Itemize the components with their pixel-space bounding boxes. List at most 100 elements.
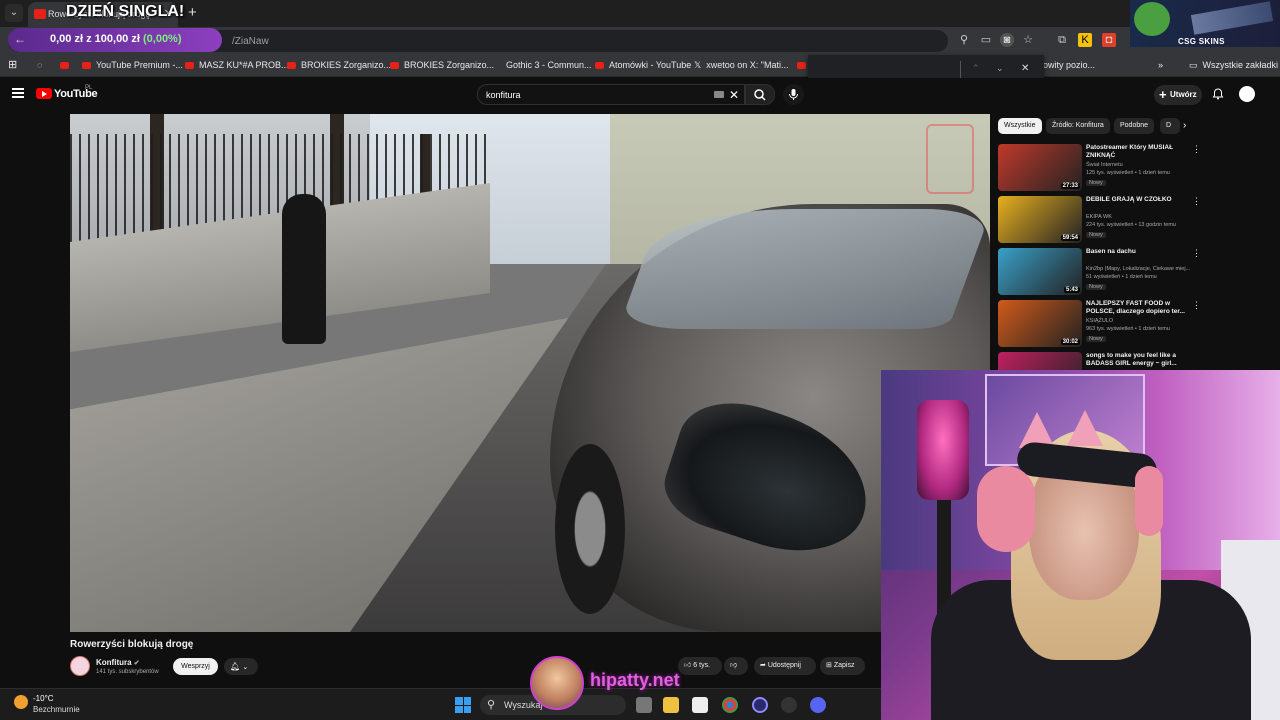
recommendation-thumbnail[interactable] [998, 352, 1082, 370]
more-options-icon[interactable]: ⋮ [1192, 352, 1196, 363]
chip-source[interactable]: Źródło: Konfitura [1046, 118, 1110, 134]
notifications-bell-icon[interactable] [1212, 88, 1224, 100]
channel-name[interactable]: Konfitura ✔ [96, 658, 140, 667]
more-options-icon[interactable]: ⋮ [1192, 300, 1201, 311]
weather-temperature[interactable]: -10°C [33, 694, 54, 703]
account-avatar[interactable] [1239, 86, 1255, 102]
subscription-bell-button[interactable]: 🔔︎ ⌄ [224, 658, 258, 675]
chevron-down-icon: ⌄ [242, 664, 249, 671]
youtube-header: YouTube PL konfitura ✕ + Utwórz [0, 78, 1280, 112]
apps-grid-icon[interactable]: ⊞ [8, 58, 17, 71]
tab-search-chevron-icon[interactable]: ⌄ [5, 4, 23, 22]
recommendation-channel[interactable]: EKIPA WK [1086, 214, 1112, 220]
chip-all[interactable]: Wszystkie [998, 118, 1042, 134]
app-icon[interactable] [752, 697, 768, 713]
keyboard-icon[interactable] [714, 91, 724, 98]
discord-icon[interactable] [810, 697, 826, 713]
share-button[interactable]: ➦ Udostępnij [754, 657, 816, 675]
thumbs-up-icon: 👍︎ [684, 662, 692, 669]
youtube-favicon-icon [34, 9, 46, 19]
channel-watermark-icon[interactable] [926, 124, 974, 194]
new-badge: Nowy [1086, 180, 1106, 186]
more-options-icon[interactable]: ⋮ [1192, 196, 1201, 207]
recommendation-thumbnail[interactable]: 59:54 [998, 196, 1082, 243]
steam-icon[interactable] [781, 697, 797, 713]
bookmark-item[interactable]: BROKIES Zorganizo... [390, 60, 494, 70]
bookmarks-overflow-icon[interactable]: » [1158, 60, 1163, 70]
streamer-watermark: hipatty.net [590, 670, 680, 690]
windows-start-icon[interactable] [455, 697, 471, 713]
bookmark-item[interactable]: 𝕏xwetoo on X: "Mati... [694, 60, 789, 71]
chevron-right-icon[interactable]: › [1183, 120, 1186, 131]
bookmark-item[interactable]: owity pozio... [1043, 60, 1095, 70]
recommendation-thumbnail[interactable]: 5:43 [998, 248, 1082, 295]
recommendation-title[interactable]: songs to make you feel like a BADASS GIR… [1086, 352, 1186, 368]
extension-red-icon[interactable]: ◘ [1102, 33, 1116, 47]
chip-related[interactable]: Podobne [1114, 118, 1155, 134]
extension-icon[interactable]: ◙ [1000, 33, 1014, 47]
store-icon[interactable] [692, 697, 708, 713]
menu-icon[interactable] [12, 88, 24, 98]
recommendation-item[interactable]: songs to make you feel like a BADASS GIR… [998, 352, 1196, 370]
recommendation-item[interactable]: 5:43 Basen na dachu ⋮ Kin2bp (Mapy, Lokaliz… [998, 248, 1201, 296]
search-input[interactable]: konfitura ✕ [477, 84, 745, 105]
bookmark-item[interactable]: Atomówki - YouTube [595, 60, 691, 70]
find-next-icon[interactable]: ⌄ [996, 63, 1004, 74]
save-icon: ⊞ [826, 662, 832, 669]
like-button[interactable]: 👍︎ 6 tys. [678, 657, 722, 675]
bookmark-youtube-icon[interactable] [60, 60, 74, 70]
recommendation-title[interactable]: Basen na dachu [1086, 248, 1186, 256]
find-previous-icon[interactable]: ⌃ [972, 63, 980, 74]
search-icon [754, 89, 766, 101]
youtube-logo-icon[interactable] [36, 88, 52, 99]
bookmark-item[interactable]: BROKIES Zorganizo... [287, 60, 391, 70]
recommendation-channel[interactable]: KSIĄŻULO [1086, 318, 1113, 324]
extension-k-icon[interactable]: K [1078, 33, 1092, 47]
recommendation-channel[interactable]: Świat Internetu [1086, 162, 1123, 168]
recommendation-title[interactable]: Patostreamer Który MUSIAŁ ZNIKNĄĆ [1086, 144, 1186, 160]
recommendation-title[interactable]: NAJLEPSZY FAST FOOD w POLSCE, dlaczego d… [1086, 300, 1186, 316]
divider [960, 61, 961, 79]
find-close-icon[interactable]: ✕ [1021, 63, 1029, 74]
all-bookmarks-folder[interactable]: ▭ Wszystkie zakładki [1189, 60, 1278, 71]
save-button[interactable]: ⊞ Zapisz [820, 657, 865, 675]
task-view-icon[interactable] [636, 697, 652, 713]
bookmark-circle-icon[interactable]: ◌ [37, 60, 42, 70]
recommendation-channel[interactable]: Kin2bp (Mapy, Lokalizacje, Ciekawe miej.… [1086, 266, 1190, 272]
filter-chips: Wszystkie Źródło: Konfitura Podobne D [998, 118, 1198, 136]
bookmark-item[interactable]: Gothic 3 - Commun... [492, 60, 592, 70]
extension-puzzle-icon[interactable]: ⧉ [1055, 33, 1069, 47]
share-icon: ➦ [760, 662, 766, 669]
chip-more[interactable]: D [1160, 118, 1180, 134]
recommendation-item[interactable]: 27:33 Patostreamer Który MUSIAŁ ZNIKNĄĆ ⋮ Ś… [998, 144, 1201, 192]
url-text: /ZiaNaw [232, 36, 269, 47]
bookmark-item[interactable]: MASZ KU*#A PROB... [185, 60, 289, 70]
channel-avatar[interactable] [70, 656, 90, 676]
chrome-icon[interactable] [722, 697, 738, 713]
new-tab-button[interactable]: + [188, 4, 197, 21]
recommendation-thumbnail[interactable]: 27:33 [998, 144, 1082, 191]
more-options-icon[interactable]: ⋮ [1192, 144, 1201, 155]
recommendation-item[interactable]: 30:02 NAJLEPSZY FAST FOOD w POLSCE, dlacz… [998, 300, 1201, 348]
bookmark-item[interactable]: YouTube Premium -... [82, 60, 183, 70]
recommendation-meta: 125 tys. wyświetleń • 1 dzień temu [1086, 170, 1170, 176]
support-button[interactable]: Wesprzyj [173, 658, 218, 675]
recommendation-thumbnail[interactable]: 30:02 [998, 300, 1082, 347]
zoom-icon[interactable]: ⚲ [957, 33, 971, 47]
bookmarks-bar: ⊞ ◌ YouTube Premium -... MASZ KU*#A PROB… [0, 55, 1280, 77]
recommendation-title[interactable]: DEBILE GRAJĄ W CZÓŁKO [1086, 196, 1186, 204]
file-explorer-icon[interactable] [663, 697, 679, 713]
cast-icon[interactable]: ▭ [979, 33, 993, 47]
streamer-logo-avatar [530, 656, 584, 710]
weather-description[interactable]: Bezchmurnie [33, 705, 80, 714]
create-button[interactable]: + Utwórz [1154, 85, 1202, 105]
search-button[interactable] [745, 84, 775, 105]
voice-search-button[interactable] [783, 84, 804, 105]
video-player[interactable] [70, 114, 990, 632]
bookmark-star-icon[interactable]: ☆ [1021, 33, 1035, 47]
weather-moon-icon[interactable] [14, 695, 28, 709]
more-options-icon[interactable]: ⋮ [1192, 248, 1201, 259]
clear-search-icon[interactable]: ✕ [729, 88, 739, 102]
dislike-button[interactable]: 👎︎ [724, 657, 748, 675]
recommendation-item[interactable]: 59:54 DEBILE GRAJĄ W CZÓŁKO ⋮ EKIPA WK 224 t… [998, 196, 1201, 244]
